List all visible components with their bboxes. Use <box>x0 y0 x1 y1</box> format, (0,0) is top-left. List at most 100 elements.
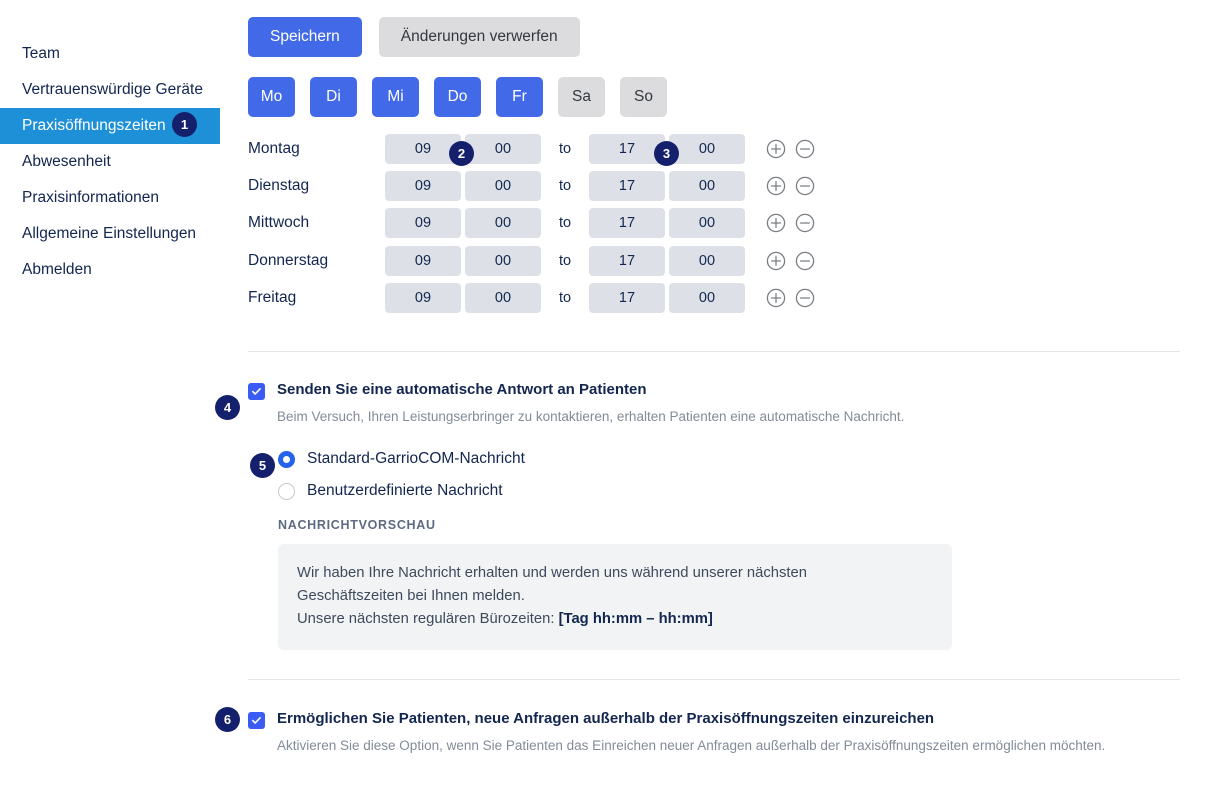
auto-reply-block: Senden Sie eine automatische Antwort an … <box>248 381 904 426</box>
day-toggle-sa[interactable]: Sa <box>558 77 605 117</box>
remove-time-slot-icon[interactable] <box>795 176 815 196</box>
sidebar-item-5[interactable]: Allgemeine Einstellungen <box>0 216 220 252</box>
sidebar-item-label: Praxisöffnungszeiten <box>22 117 166 135</box>
day-label: Donnerstag <box>248 251 329 269</box>
remove-time-slot-icon[interactable] <box>795 139 815 159</box>
add-time-slot-icon[interactable] <box>766 251 786 271</box>
add-time-slot-icon[interactable] <box>766 213 786 233</box>
end-min-input[interactable] <box>669 208 745 239</box>
day-toggle-so[interactable]: So <box>620 77 667 117</box>
day-toggle-fr[interactable]: Fr <box>496 77 543 117</box>
preview-label: NACHRICHTVORSCHAU <box>278 518 436 532</box>
start-min-input[interactable] <box>465 208 541 239</box>
divider-bottom <box>248 679 1180 680</box>
to-label: to <box>558 140 572 157</box>
step-marker-1: 1 <box>172 112 197 137</box>
sidebar-item-label: Vertrauenswürdige Geräte <box>22 81 203 99</box>
start-min-input[interactable] <box>465 170 541 201</box>
sidebar-item-6[interactable]: Abmelden <box>0 252 220 288</box>
sidebar-item-label: Team <box>22 45 60 63</box>
start-hour-input[interactable] <box>385 170 461 201</box>
sidebar-item-label: Abmelden <box>22 261 92 279</box>
day-toggle-mo[interactable]: Mo <box>248 77 295 117</box>
sidebar-item-0[interactable]: Team <box>0 36 220 72</box>
to-label: to <box>558 289 572 306</box>
step-marker-6: 6 <box>215 707 240 732</box>
message-preview-section: NACHRICHTVORSCHAU Wir haben Ihre Nachric… <box>278 518 952 650</box>
end-hour-input[interactable] <box>589 133 665 164</box>
to-label: to <box>558 252 572 269</box>
opening-hours-row: Donnerstag to <box>248 242 815 279</box>
add-time-slot-icon[interactable] <box>766 288 786 308</box>
day-label: Dienstag <box>248 176 310 194</box>
day-toggle-do[interactable]: Do <box>434 77 481 117</box>
preview-line-3-text: Unsere nächsten regulären Bürozeiten: <box>297 610 559 627</box>
after-hours-title: Ermöglichen Sie Patienten, neue Anfragen… <box>277 710 935 727</box>
day-toggle-di[interactable]: Di <box>310 77 357 117</box>
add-time-slot-icon[interactable] <box>766 176 786 196</box>
end-min-input[interactable] <box>669 133 745 164</box>
main-content: Speichern Änderungen verwerfen Mo Di Mi Do F… <box>248 0 1226 808</box>
end-hour-input[interactable] <box>589 245 665 276</box>
after-hours-block: Ermöglichen Sie Patienten, neue Anfragen… <box>248 710 1105 755</box>
radio-button-0[interactable] <box>278 450 295 468</box>
after-hours-checkbox[interactable] <box>248 712 265 729</box>
opening-hours-row: Montag to <box>248 130 815 167</box>
start-hour-input[interactable] <box>385 208 461 239</box>
step-marker-4: 4 <box>215 395 240 420</box>
auto-reply-title: Senden Sie eine automatische Antwort an … <box>277 381 647 398</box>
radio-option[interactable]: Standard-GarrioCOM-Nachricht <box>278 443 525 475</box>
to-label: to <box>558 215 572 232</box>
end-min-input[interactable] <box>669 170 745 201</box>
action-button-row: Speichern Änderungen verwerfen <box>248 17 580 57</box>
auto-reply-description: Beim Versuch, Ihren Leistungserbringer z… <box>277 409 905 424</box>
to-label: to <box>558 177 572 194</box>
auto-reply-options: Standard-GarrioCOM-Nachricht Benutzerdefi… <box>278 443 525 507</box>
opening-hours-row: Dienstag to <box>248 167 815 204</box>
preview-placeholder-hours: [Tag hh:mm – hh:mm] <box>558 610 713 627</box>
remove-time-slot-icon[interactable] <box>795 213 815 233</box>
day-toggle-mi[interactable]: Mi <box>372 77 419 117</box>
message-preview-box: Wir haben Ihre Nachricht erhalten und we… <box>278 544 952 650</box>
add-time-slot-icon[interactable] <box>766 139 786 159</box>
radio-option[interactable]: Benutzerdefinierte Nachricht <box>278 475 525 507</box>
sidebar-item-label: Praxisinformationen <box>22 189 159 207</box>
remove-time-slot-icon[interactable] <box>795 288 815 308</box>
preview-line-2: Geschäftszeiten bei Ihnen melden. <box>297 587 525 604</box>
save-button[interactable]: Speichern <box>248 17 362 57</box>
start-min-input[interactable] <box>465 245 541 276</box>
day-label: Mittwoch <box>248 214 310 232</box>
start-min-input[interactable] <box>465 282 541 313</box>
sidebar-item-3[interactable]: Abwesenheit <box>0 144 220 180</box>
opening-hours-row: Mittwoch to <box>248 205 815 242</box>
end-min-input[interactable] <box>669 282 745 313</box>
end-min-input[interactable] <box>669 245 745 276</box>
preview-line-1: Wir haben Ihre Nachricht erhalten und we… <box>297 565 807 581</box>
day-label: Montag <box>248 139 300 157</box>
settings-page: Team Vertrauenswürdige Geräte Praxisöffnun… <box>0 0 1226 808</box>
day-toggle-row: Mo Di Mi Do Fr Sa So <box>248 77 667 117</box>
sidebar-item-1[interactable]: Vertrauenswürdige Geräte <box>0 72 220 108</box>
remove-time-slot-icon[interactable] <box>795 251 815 271</box>
radio-label: Standard-GarrioCOM-Nachricht <box>307 450 525 467</box>
radio-button-1[interactable] <box>278 482 295 500</box>
radio-label: Benutzerdefinierte Nachricht <box>307 482 503 499</box>
opening-hours-row: Freitag to <box>248 279 815 316</box>
preview-line-3: Unsere nächsten regulären Bürozeiten: [T… <box>297 608 933 631</box>
end-hour-input[interactable] <box>589 208 665 239</box>
discard-changes-button[interactable]: Änderungen verwerfen <box>378 17 580 57</box>
start-min-input[interactable] <box>465 133 541 164</box>
start-hour-input[interactable] <box>385 245 461 276</box>
start-hour-input[interactable] <box>385 282 461 313</box>
divider-top <box>248 351 1180 352</box>
step-marker-5: 5 <box>250 453 275 478</box>
opening-hours-table: Montag to Dienstag to Mittwoch to Donnerstag to… <box>248 130 815 316</box>
sidebar-item-4[interactable]: Praxisinformationen <box>0 180 220 216</box>
sidebar-item-label: Allgemeine Einstellungen <box>22 225 197 243</box>
end-hour-input[interactable] <box>589 170 665 201</box>
end-hour-input[interactable] <box>589 282 665 313</box>
day-label: Freitag <box>248 288 297 306</box>
step-marker-3: 3 <box>654 141 679 166</box>
sidebar-nav: Team Vertrauenswürdige Geräte Praxisöffnun… <box>0 36 220 288</box>
auto-reply-checkbox[interactable] <box>248 383 265 400</box>
